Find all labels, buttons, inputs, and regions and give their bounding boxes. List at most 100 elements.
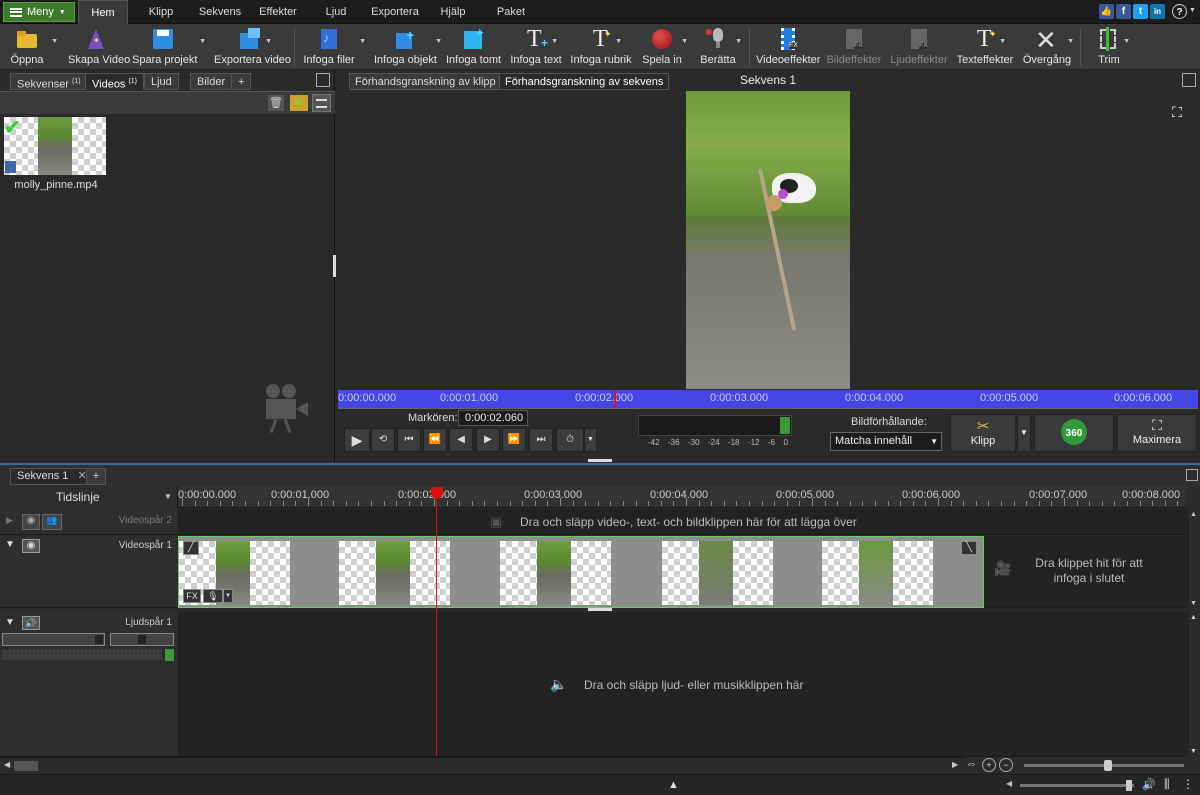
playback-speed-dropdown[interactable]: ▼ (584, 428, 597, 452)
tab-effekter[interactable]: Effekter (252, 0, 304, 24)
facebook-icon[interactable]: f (1116, 4, 1131, 19)
trash-icon[interactable]: 🗑 (268, 95, 284, 111)
preview-playhead[interactable] (614, 390, 616, 408)
text-effects-button[interactable]: T ✦ Texteffekter ▼ (954, 26, 1016, 68)
previous-clip-button[interactable]: ⏪ (423, 428, 447, 452)
tab-sekvens[interactable]: Sekvens (194, 0, 246, 24)
insert-files-button[interactable]: ♪ Infoga filer ▼ (302, 26, 366, 68)
master-volume-slider[interactable] (1020, 780, 1134, 791)
tab-hem[interactable]: Hem (78, 0, 128, 24)
tab-klipp[interactable]: Klipp (138, 0, 184, 24)
fade-out-icon[interactable]: ╲ (961, 541, 977, 555)
chevron-down-icon[interactable]: ▼ (1189, 7, 1196, 14)
video-track-2-lane[interactable]: ▣ Dra och släpp video-, text- och bildkl… (178, 509, 1186, 535)
insert-object-button[interactable]: + Infoga objekt ▼ (374, 26, 442, 68)
more-icon[interactable]: ⋮ (1182, 777, 1194, 791)
fade-in-icon[interactable]: ╱ (183, 541, 199, 555)
linkedin-icon[interactable]: in (1150, 4, 1165, 19)
go-to-end-button[interactable]: ⏭ (529, 428, 553, 452)
360-button[interactable]: 360 (1034, 414, 1114, 452)
tab-bilder[interactable]: Bilder (190, 73, 233, 90)
video-track-1-lane[interactable]: ╱ ╲ FX 🎙 ▼ 🎥 Dra klippet hit för att inf… (178, 536, 1186, 608)
preview-timeline-ruler[interactable]: 0:00:00.000 0:00:01.000 0:00:02.000 0:00… (338, 390, 1198, 408)
undock-icon[interactable] (1186, 469, 1198, 481)
new-folder-icon[interactable]: + (290, 95, 308, 111)
tab-hjalp[interactable]: Hjälp (433, 0, 473, 24)
image-effects-button[interactable]: FX Bildeffekter (826, 26, 882, 68)
pan-slider[interactable] (110, 633, 174, 646)
tab-ljud[interactable]: Ljud (316, 0, 356, 24)
audio-effects-button[interactable]: FX Ljudeffekter (888, 26, 950, 68)
aspect-ratio-select[interactable]: Matcha innehåll ▼ (830, 432, 942, 451)
expand-panel-icon[interactable]: ▲ (668, 779, 679, 791)
tab-clip-preview[interactable]: Förhandsgranskning av klipp (349, 73, 502, 90)
playback-speed-button[interactable]: ⏱ (556, 428, 584, 452)
step-back-button[interactable]: ◀ (449, 428, 473, 452)
cursor-time-field[interactable]: 0:00:02.060 (458, 410, 528, 426)
split-clip-button[interactable]: ✂ Klipp (950, 414, 1016, 452)
video-tracks-scrollbar[interactable]: ▲ ▼ (1187, 509, 1199, 609)
zoom-out-icon[interactable]: − (999, 758, 1013, 772)
people-icon[interactable]: 👥 (42, 514, 62, 530)
tab-sekvens-1[interactable]: Sekvens 1 ✕ (10, 468, 94, 485)
next-clip-button[interactable]: ⏩ (502, 428, 526, 452)
insert-title-button[interactable]: T ✦ Infoga rubrik ▼ (570, 26, 632, 68)
tab-exportera[interactable]: Exportera (365, 0, 425, 24)
speaker-icon[interactable]: 🔊 (22, 616, 40, 630)
tab-sekvenser[interactable]: Sekvenser (1) (10, 73, 88, 91)
make-video-button[interactable]: ✦ Skapa Video (68, 26, 130, 68)
track-splitter-handle[interactable] (588, 608, 612, 611)
fullscreen-icon[interactable]: ⛶ (1172, 104, 1182, 121)
open-button[interactable]: Öppna ▼ (6, 26, 58, 68)
audio-track-1-lane[interactable]: 🔈 Dra och släpp ljud- eller musikklippen… (178, 612, 1186, 757)
microphone-icon[interactable]: 🎙 (203, 589, 223, 603)
video-clip[interactable]: ╱ ╲ FX 🎙 ▼ (178, 536, 984, 608)
tab-videos[interactable]: Videos (1) (85, 73, 144, 91)
chevron-down-icon[interactable]: ▼ (223, 589, 233, 603)
narrate-button[interactable]: Berätta ▼ (698, 26, 742, 68)
tab-sequence-preview[interactable]: Förhandsgranskning av sekvens (499, 73, 670, 90)
audio-mixer-icon[interactable]: ⫼ (1164, 777, 1170, 792)
split-clip-dropdown[interactable]: ▼ (1017, 414, 1031, 452)
eye-icon[interactable]: ◉ (22, 539, 40, 553)
export-video-button[interactable]: Exportera video ▼ (214, 26, 291, 68)
zoom-in-icon[interactable]: + (982, 758, 996, 772)
panel-splitter-handle[interactable] (588, 459, 612, 462)
help-icon[interactable]: ? (1172, 4, 1187, 19)
volume-slider[interactable] (2, 633, 105, 646)
clip-fx-button[interactable]: FX (183, 589, 201, 603)
insert-blank-button[interactable]: + Infoga tomt (446, 25, 501, 68)
maximize-button[interactable]: ⛶ Maximera (1117, 414, 1197, 452)
timeline-mode-select[interactable]: Tidslinje ▼ (0, 486, 178, 508)
record-button[interactable]: Spela in ▼ (642, 26, 688, 68)
undock-icon[interactable] (316, 73, 330, 87)
tab-ljud[interactable]: Ljud (144, 73, 179, 90)
video-effects-button[interactable]: FX Videoeffekter (756, 26, 820, 68)
timeline-horizontal-scrollbar[interactable]: ◀ ▶ (0, 757, 965, 773)
tab-paket[interactable]: Paket (490, 0, 532, 24)
transition-button[interactable]: ✕ Övergång ▼ (1022, 25, 1074, 68)
playhead-handle[interactable] (431, 487, 443, 499)
expand-icon[interactable]: ▶ (6, 515, 13, 526)
step-forward-button[interactable]: ▶ (476, 428, 500, 452)
undock-icon[interactable] (1182, 73, 1196, 87)
play-button[interactable]: ▶ (344, 428, 370, 452)
collapse-icon[interactable]: ▼ (5, 539, 15, 550)
twitter-icon[interactable]: t (1133, 4, 1148, 19)
collapse-icon[interactable]: ▼ (5, 617, 15, 628)
media-item[interactable]: ✔ molly_pinne.mp4 (4, 117, 108, 192)
insert-text-button[interactable]: T + Infoga text ▼ (508, 26, 564, 68)
trim-button[interactable]: Trim ▼ (1094, 26, 1130, 68)
list-view-icon[interactable] (312, 94, 331, 112)
timeline-playhead[interactable] (436, 496, 437, 756)
go-to-start-button[interactable]: ⏮ (397, 428, 421, 452)
fit-timeline-icon[interactable]: ⇔ (966, 758, 980, 772)
loop-button[interactable]: ⟲ (371, 428, 395, 452)
zoom-slider[interactable] (1024, 760, 1184, 771)
tab-add[interactable]: + (231, 73, 252, 90)
main-menu-button[interactable]: Meny ▼ (3, 2, 75, 22)
add-sequence-button[interactable]: + (86, 468, 106, 485)
timeline-ruler[interactable]: 0:00:00.000 0:00:01.000 0:00:02.000 0:00… (178, 486, 1186, 508)
save-project-button[interactable]: Spara projekt ▼ (132, 26, 206, 68)
eye-icon[interactable]: ◉ (22, 514, 40, 530)
